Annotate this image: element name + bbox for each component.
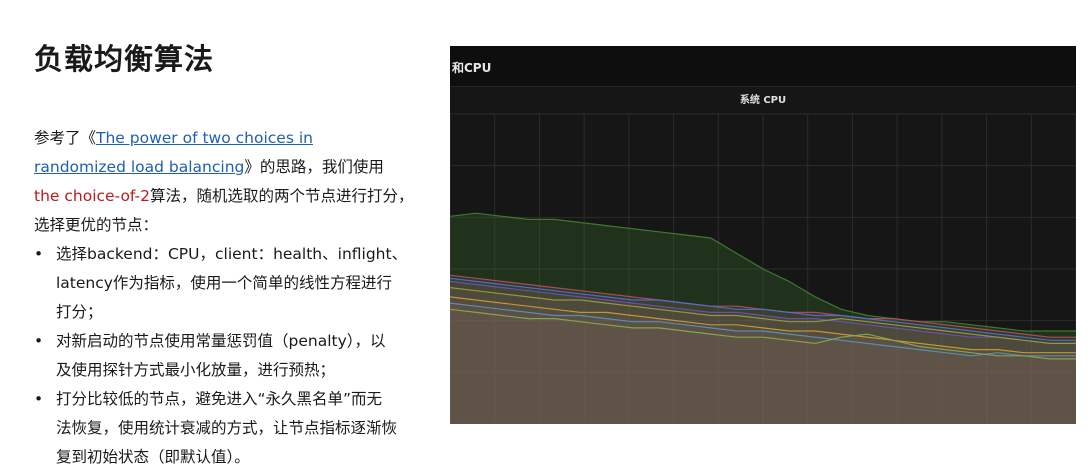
bullet-marker: •	[34, 332, 44, 350]
bullet-line: 复到初始状态（即默认值）。	[56, 448, 250, 466]
intro-suffix: 》的思路，我们使用	[244, 158, 384, 176]
intro-line-4: 选择更优的节点：	[34, 216, 159, 234]
bullet-line: 对新启动的节点使用常量惩罚值（penalty），以	[56, 332, 386, 350]
slide-title: 负载均衡算法	[34, 42, 215, 76]
bullet-item: • 对新启动的节点使用常量惩罚值（penalty），以 及使用探针方式最小化放量…	[34, 327, 416, 385]
algorithm-name: the choice-of-2	[34, 187, 150, 205]
body-text: 参考了《The power of two choices in randomiz…	[34, 124, 434, 472]
bullet-line: 打分；	[56, 303, 103, 321]
intro-line-3: the choice-of-2算法，随机选取的两个节点进行打分，	[34, 182, 434, 211]
cpu-chart-panel: 和CPU 系统 CPU	[450, 46, 1076, 424]
bullet-line: 选择backend：CPU，client：health、inflight、	[56, 245, 408, 263]
bullet-line: 打分比较低的节点，避免进入“永久黑名单”而无	[56, 390, 383, 408]
intro-after-accent: 算法，随机选取的两个节点进行打分，	[150, 187, 414, 205]
bullet-marker: •	[34, 245, 44, 263]
intro-prefix: 参考了《	[34, 129, 97, 147]
intro-line-2: randomized load balancing》的思路，我们使用	[34, 153, 434, 182]
bullet-line: latency作为指标，使用一个简单的线性方程进行	[56, 274, 392, 292]
reference-link[interactable]: The power of two choices in	[96, 129, 313, 147]
bullet-line: 法恢复，使用统计衰减的方式，让节点指标逐渐恢	[56, 419, 398, 437]
bullet-list: • 选择backend：CPU，client：health、inflight、 …	[34, 240, 434, 472]
bullet-line: 及使用探针方式最小化放量，进行预热；	[56, 361, 336, 379]
bullet-marker: •	[34, 390, 44, 408]
intro-line-1: 参考了《The power of two choices in	[34, 124, 434, 153]
reference-link-continued[interactable]: randomized load balancing	[34, 158, 244, 176]
bullet-item: • 打分比较低的节点，避免进入“永久黑名单”而无 法恢复，使用统计衰减的方式，让…	[34, 385, 416, 472]
cpu-chart	[450, 113, 1076, 424]
bullet-item: • 选择backend：CPU，client：health、inflight、 …	[34, 240, 416, 327]
